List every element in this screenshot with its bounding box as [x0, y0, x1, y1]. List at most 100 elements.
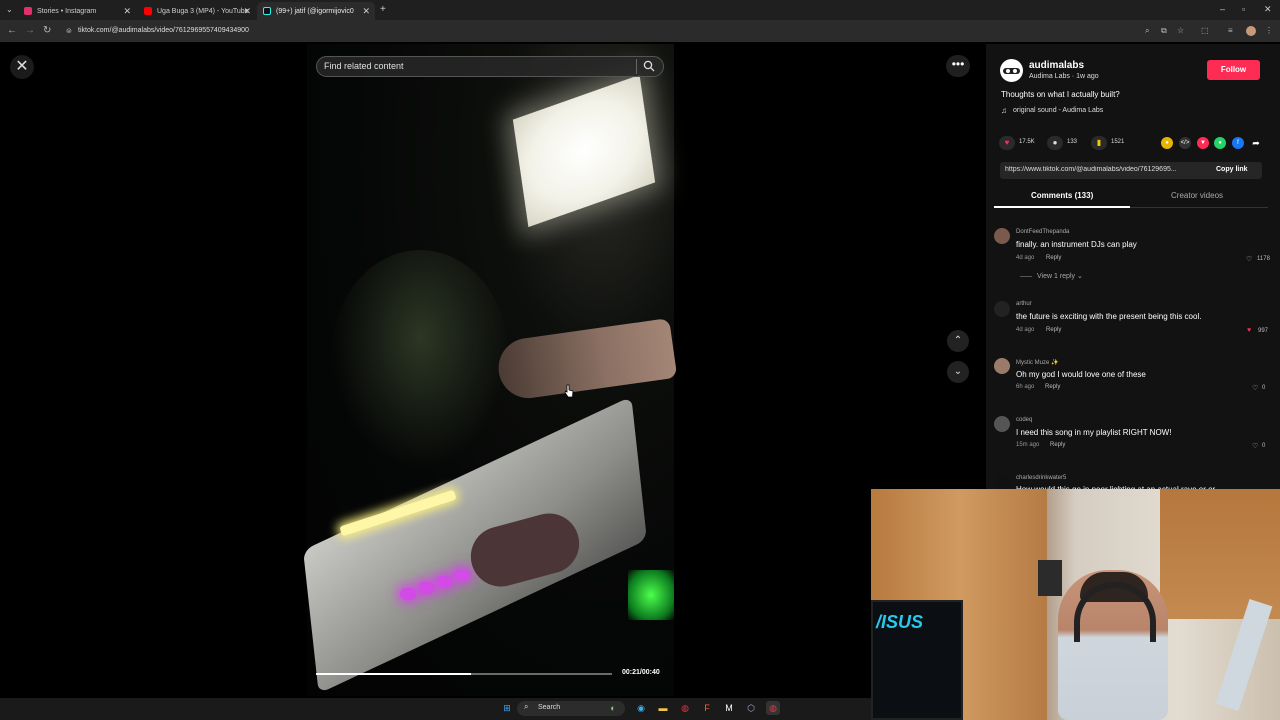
like-icon[interactable]: ♥	[999, 136, 1015, 150]
window-close-icon[interactable]: ✕	[1264, 4, 1272, 15]
comment-liked-icon[interactable]: ♥	[1247, 327, 1251, 334]
zoom-icon[interactable]: ⌕	[1145, 26, 1149, 36]
install-app-icon[interactable]: ⧉	[1161, 26, 1167, 36]
share-arrow-icon[interactable]: ➦	[1250, 137, 1262, 149]
comment-avatar[interactable]	[994, 474, 1010, 490]
comment-username[interactable]: codeq	[1016, 417, 1032, 423]
copy-link-button[interactable]: Copy link	[1216, 166, 1248, 173]
facebook-icon[interactable]: f	[1232, 137, 1244, 149]
comment-username[interactable]: charlesdrinkwater5	[1016, 475, 1066, 481]
tab-title: Uga Buga 3 (MP4) - YouTube	[157, 7, 249, 15]
comment-reply-button[interactable]: Reply	[1050, 442, 1065, 448]
browser-tab-youtube[interactable]: Uga Buga 3 (MP4) - YouTube ✕	[138, 2, 256, 20]
video-progress-bar[interactable]	[316, 673, 612, 675]
pinterest-icon[interactable]: ▼	[1197, 137, 1209, 149]
search-icon[interactable]	[643, 60, 655, 72]
file-explorer-icon[interactable]: ▬	[656, 701, 670, 715]
chevron-down-icon: ⌄	[1076, 273, 1083, 280]
tab-active-underline	[994, 206, 1130, 208]
follow-button[interactable]: Follow	[1207, 60, 1260, 80]
windows-start-icon[interactable]: ⊞	[500, 701, 514, 715]
coin-icon[interactable]: ●	[1161, 137, 1173, 149]
comment-text: I need this song in my playlist RIGHT NO…	[1016, 428, 1172, 437]
video-plant	[330, 250, 510, 470]
browser-tab-instagram[interactable]: Stories • Instagram ✕	[18, 2, 136, 20]
chrome-icon[interactable]: ◍	[678, 701, 692, 715]
webcam-poster	[1038, 560, 1062, 596]
reload-icon[interactable]: ↻	[43, 25, 51, 36]
figma-icon[interactable]: F	[700, 701, 714, 715]
tab-creator-videos[interactable]: Creator videos	[1171, 191, 1223, 200]
taskbar-widgets-icon[interactable]: ◐	[606, 701, 620, 715]
media-icon[interactable]: ≡	[1228, 26, 1233, 35]
comment-age: 15m ago	[1016, 442, 1040, 448]
comment-text: finally. an instrument DJs can play	[1016, 240, 1137, 249]
steam-icon[interactable]: ⬡	[744, 701, 758, 715]
view-reply-label: View 1 reply	[1037, 273, 1076, 280]
author-username[interactable]: audimalabs	[1029, 60, 1084, 71]
youtube-icon	[144, 7, 152, 15]
next-video-button[interactable]: ⌄	[947, 361, 969, 383]
author-avatar[interactable]	[1000, 59, 1023, 82]
view-replies-button[interactable]: View 1 reply ⌄	[1037, 272, 1083, 280]
comment-avatar[interactable]	[994, 416, 1010, 432]
browser-menu-icon[interactable]: ⋮	[1265, 26, 1273, 35]
comment-count: 133	[1067, 139, 1078, 145]
view-reply-line	[1020, 276, 1032, 277]
comment-text: the future is exciting with the present …	[1016, 312, 1202, 321]
tab-title: (99+) jatif (@igormijovic0	[276, 7, 354, 15]
profile-avatar[interactable]	[1246, 26, 1256, 36]
more-options-button[interactable]: •••	[946, 55, 970, 77]
whatsapp-icon[interactable]: ●	[1214, 137, 1226, 149]
minimize-icon[interactable]: –	[1220, 4, 1225, 14]
embed-icon[interactable]: </>	[1179, 137, 1191, 149]
comment-age: 6h ago	[1016, 384, 1035, 390]
close-tab-icon[interactable]: ✕	[123, 6, 131, 17]
site-info-icon[interactable]: ⊜	[66, 27, 72, 35]
instagram-icon	[24, 7, 32, 15]
windows-taskbar	[0, 698, 871, 720]
tab-title: Stories • Instagram	[37, 7, 97, 15]
browser-tab-tiktok[interactable]: (99+) jatif (@igormijovic0 ✕	[257, 2, 375, 20]
new-tab-icon[interactable]: +	[380, 4, 386, 15]
edge-icon[interactable]: ◉	[634, 701, 648, 715]
search-divider	[636, 59, 637, 74]
comment-like-icon[interactable]: ♡	[1252, 384, 1258, 392]
maximize-icon[interactable]: ▫	[1242, 4, 1245, 14]
comment-username[interactable]: DontFeedThepanda	[1016, 229, 1069, 235]
comment-avatar[interactable]	[994, 301, 1010, 317]
comment-reply-button[interactable]: Reply	[1045, 384, 1060, 390]
app-m-icon[interactable]: M	[722, 701, 736, 715]
previous-video-button[interactable]: ⌃	[947, 330, 969, 352]
video-caption: Thoughts on what I actually built?	[1001, 90, 1120, 99]
taskbar-search-label: Search	[538, 704, 561, 711]
close-video-button[interactable]: ✕	[10, 55, 34, 79]
video-pad	[436, 576, 452, 588]
related-search-placeholder: Find related content	[324, 61, 404, 71]
music-note-icon: ♫	[1001, 106, 1007, 115]
comment-username[interactable]: arthur	[1016, 301, 1032, 307]
bookmark-star-icon[interactable]: ☆	[1177, 26, 1184, 35]
comment-like-icon[interactable]: ♡	[1252, 442, 1258, 450]
extensions-icon[interactable]: ⬚	[1201, 26, 1209, 35]
forward-icon[interactable]: →	[25, 25, 35, 36]
taskbar-search-icon: ⌕	[524, 702, 529, 711]
comment-like-icon[interactable]: ♡	[1246, 255, 1252, 263]
video-green-light	[628, 570, 674, 620]
tab-list-dropdown-icon[interactable]: ⌄	[6, 5, 13, 14]
close-tab-icon[interactable]: ✕	[362, 6, 370, 17]
comment-avatar[interactable]	[994, 228, 1010, 244]
comment-username[interactable]: Mystic Muze ✨	[1016, 359, 1058, 366]
back-icon[interactable]: ←	[7, 25, 17, 36]
webcam-shelf	[1160, 489, 1280, 619]
comment-icon[interactable]: ●	[1047, 136, 1063, 150]
tab-comments[interactable]: Comments (133)	[1031, 191, 1093, 200]
music-title[interactable]: original sound - Audima Labs	[1013, 107, 1103, 114]
comment-avatar[interactable]	[994, 358, 1010, 374]
save-count: 1521	[1111, 139, 1125, 145]
close-tab-icon[interactable]: ✕	[243, 6, 251, 17]
comment-reply-button[interactable]: Reply	[1046, 327, 1061, 333]
chrome-active-icon[interactable]: ◍	[766, 701, 780, 715]
comment-reply-button[interactable]: Reply	[1046, 255, 1061, 261]
bookmark-icon[interactable]: ▮	[1091, 136, 1107, 150]
